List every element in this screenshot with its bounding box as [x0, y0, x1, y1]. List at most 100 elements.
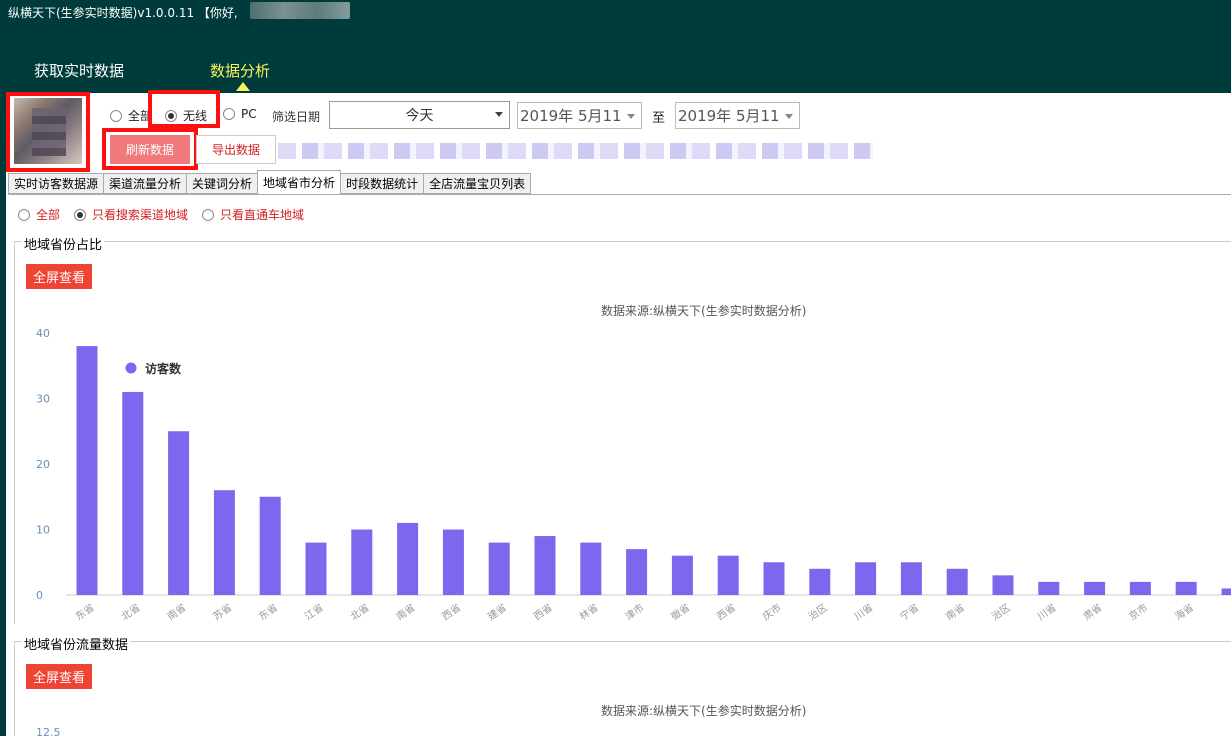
x-tick-label: 川省 [851, 601, 875, 623]
device-radio-all[interactable]: 全部 [110, 107, 152, 124]
x-tick-label: 庆市 [760, 601, 784, 623]
x-tick-label: 东省 [73, 601, 97, 623]
bar[interactable] [717, 555, 739, 595]
x-tick-label: 徽省 [668, 601, 692, 623]
region-radio-all-label[interactable]: 全部 [36, 206, 60, 223]
bar[interactable] [488, 542, 510, 595]
date-from-value: 2019年 5月11 [520, 107, 622, 125]
bar[interactable] [580, 542, 602, 595]
bar[interactable] [1038, 581, 1060, 595]
device-radio-pc[interactable]: PC [223, 107, 257, 121]
device-radio-pc-label: PC [241, 107, 257, 121]
y-tick-label: 10 [36, 524, 50, 537]
chevron-down-icon[interactable] [785, 114, 793, 119]
bar[interactable] [1175, 581, 1197, 595]
x-tick-label: 治区 [989, 601, 1013, 623]
bar[interactable] [168, 431, 190, 595]
section-region-traffic [14, 641, 1231, 736]
x-tick-label: 南省 [164, 601, 188, 623]
section-region-traffic-title: 地域省份流量数据 [22, 634, 131, 653]
tab-visitor-source[interactable]: 实时访客数据源 [8, 173, 105, 194]
bar[interactable] [305, 542, 327, 595]
x-tick-label: 西省 [439, 601, 463, 623]
date-filter-label: 筛选日期 [272, 110, 321, 124]
header-bar: 纵横天下(生参实时数据)v1.0.0.11 【你好, 获取实时数据 数据分析 [0, 0, 1231, 93]
bar[interactable] [855, 562, 877, 595]
blurred-username [250, 2, 350, 19]
date-preset-select[interactable]: 今天 [329, 101, 510, 129]
bar[interactable] [992, 575, 1014, 595]
chevron-down-icon[interactable] [495, 112, 503, 117]
window-title: 纵横天下(生参实时数据)v1.0.0.11 【你好, [8, 6, 238, 20]
y-tick-label: 0 [36, 589, 43, 602]
tab-divider [8, 194, 1231, 195]
x-tick-label: 林省 [577, 601, 601, 623]
fullscreen-button-2[interactable]: 全屏查看 [26, 664, 92, 689]
highlight-box-refresh [102, 128, 198, 170]
bar[interactable] [946, 568, 968, 595]
date-to-label: 至 [652, 111, 666, 126]
date-to-picker[interactable]: 2019年 5月11 [675, 102, 800, 129]
radio-icon[interactable] [223, 108, 235, 120]
bar[interactable] [534, 536, 556, 595]
bar[interactable] [1221, 588, 1231, 595]
nav-tab-realtime[interactable]: 获取实时数据 [34, 60, 124, 81]
x-tick-label: 北省 [119, 601, 143, 623]
nav-active-caret-icon [236, 82, 250, 91]
bar[interactable] [351, 529, 373, 596]
bar[interactable] [626, 549, 648, 595]
highlight-box-avatar [6, 92, 90, 172]
region-radio-ztc-label[interactable]: 只看直通车地域 [220, 206, 304, 223]
x-tick-label: 北省 [348, 601, 372, 623]
app-window: 纵横天下(生参实时数据)v1.0.0.11 【你好, 获取实时数据 数据分析 全… [0, 0, 1231, 736]
bar[interactable] [671, 555, 693, 595]
tab-keyword[interactable]: 关键词分析 [186, 173, 259, 194]
bar[interactable] [1084, 581, 1106, 595]
legend-label[interactable]: 访客数 [145, 361, 182, 376]
y-tick-label: 40 [36, 327, 50, 340]
export-button[interactable]: 导出数据 [196, 135, 276, 164]
nav-tab-analysis[interactable]: 数据分析 [210, 60, 270, 81]
x-tick-label: 南省 [393, 601, 417, 623]
bar[interactable] [122, 391, 144, 595]
radio-icon[interactable] [18, 208, 30, 221]
bar[interactable] [1129, 581, 1151, 595]
radio-selected-icon[interactable] [74, 208, 87, 221]
bar[interactable] [397, 522, 419, 595]
region-radio-search-label[interactable]: 只看搜索渠道地域 [92, 206, 188, 223]
x-tick-label: 建省 [485, 601, 509, 623]
chart-source-text: 数据来源:纵横天下(生参实时数据分析) [601, 304, 807, 318]
x-tick-label: 宁省 [897, 601, 921, 623]
tab-region[interactable]: 地域省市分析 [257, 170, 342, 194]
bar[interactable] [900, 562, 922, 595]
y-tick-label: 20 [36, 458, 50, 471]
x-tick-label: 西省 [714, 601, 738, 623]
region-filter: 全部 只看搜索渠道地域 只看直通车地域 [18, 206, 318, 223]
radio-icon[interactable] [110, 109, 122, 122]
bar[interactable] [259, 496, 281, 595]
tab-time-period[interactable]: 时段数据统计 [340, 173, 425, 194]
bar[interactable] [76, 346, 98, 595]
bar[interactable] [213, 490, 235, 595]
x-tick-label: 苏省 [210, 601, 234, 623]
chart2-y-tick: 12.5 [36, 726, 61, 736]
bar[interactable] [809, 568, 831, 595]
bar[interactable] [763, 562, 785, 595]
x-tick-label: 津市 [622, 601, 646, 623]
tab-channel-traffic[interactable]: 渠道流量分析 [103, 173, 188, 194]
bar[interactable] [442, 529, 464, 596]
radio-icon[interactable] [202, 208, 215, 221]
fullscreen-button-1[interactable]: 全屏查看 [26, 264, 92, 289]
date-from-picker[interactable]: 2019年 5月11 [517, 102, 642, 129]
chevron-down-icon[interactable] [627, 114, 635, 119]
blurred-info-text [278, 143, 873, 159]
x-tick-label: 江省 [302, 601, 326, 623]
chart-source-text-2: 数据来源:纵横天下(生参实时数据分析) [601, 704, 807, 718]
x-tick-label: 治区 [806, 601, 830, 623]
tab-store-items[interactable]: 全店流量宝贝列表 [423, 173, 532, 194]
x-tick-label: 川省 [1035, 601, 1059, 623]
x-tick-label: 东省 [256, 601, 280, 623]
legend-marker-icon [125, 362, 137, 374]
section-region-share-title: 地域省份占比 [22, 234, 105, 253]
x-tick-label: 肃省 [1080, 601, 1104, 623]
